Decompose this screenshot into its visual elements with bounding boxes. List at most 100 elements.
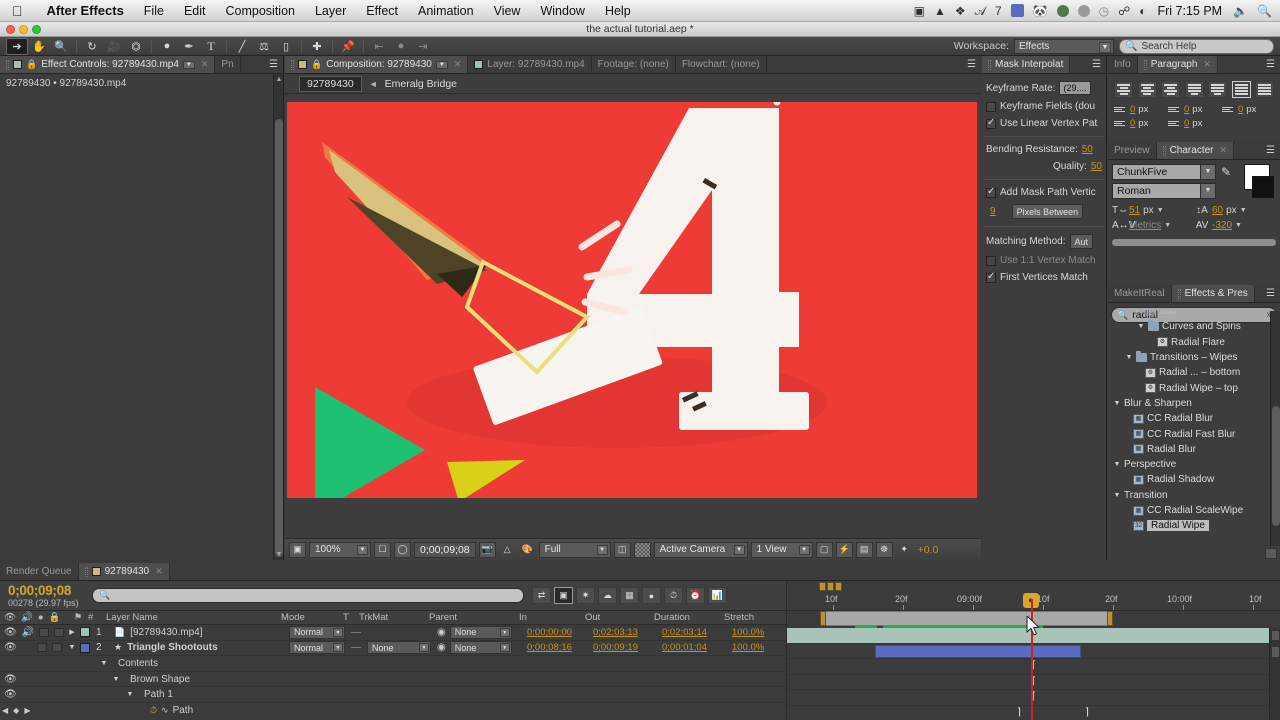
parent-select[interactable]: None ▼ [449, 625, 512, 639]
tab-footage[interactable]: Footage: (none) [591, 56, 676, 73]
menu-help[interactable]: Help [595, 0, 641, 22]
col-layer-name[interactable]: Layer Name [106, 612, 281, 623]
workspace-select[interactable]: Effects ▼ [1014, 38, 1114, 54]
bluetooth-icon[interactable]: ☍ [1118, 5, 1130, 17]
list-item[interactable]: ▦ Radial Blur [1108, 442, 1270, 457]
auto-keyframe-icon[interactable]: ⏱ [664, 587, 683, 604]
tab-composition[interactable]: 🔒 Composition: 92789430 ▼ ✕ [285, 56, 469, 73]
video-toggle-icon[interactable]: 👁 [4, 627, 17, 638]
close-icon[interactable]: ✕ [1203, 59, 1211, 70]
lock-toggle[interactable] [54, 627, 65, 637]
view-layout-select[interactable]: 1 View ▼ [750, 541, 813, 558]
first-vertices-row[interactable]: First Vertices Match [982, 269, 1106, 286]
disclosure-triangle-icon[interactable]: ▼ [68, 644, 76, 651]
close-icon[interactable]: ✕ [454, 59, 462, 70]
property-label[interactable]: Path [173, 705, 194, 716]
bending-resistance-value[interactable]: 50 [1082, 144, 1093, 155]
layer-name[interactable]: Triangle Shootouts [127, 642, 218, 653]
snapshot-icon[interactable]: 📷 [478, 541, 496, 558]
tab-effect-controls[interactable]: 🔒 Effect Controls: 92789430.mp4 ▼ ✕ [0, 56, 216, 73]
current-time-display[interactable]: 0;00;09;08 00278 (29.97 fps) [0, 583, 92, 608]
apple-logo-icon[interactable]:  [12, 4, 23, 18]
list-item-radial-wipe[interactable]: 32 Radial Wipe [1108, 518, 1270, 533]
layer-color-swatch[interactable] [80, 627, 90, 638]
pixels-value[interactable]: 9 [986, 206, 996, 217]
property-label[interactable]: Brown Shape [124, 672, 190, 687]
work-area-end-handle[interactable] [1107, 611, 1113, 626]
pen-tool-icon[interactable]: ✒ [178, 38, 200, 55]
list-item[interactable]: ▼ Curves and Spins [1108, 319, 1270, 334]
adobe-icon[interactable]: 𝒜 [975, 5, 986, 17]
t-toggle[interactable] [351, 647, 361, 649]
track-row[interactable] [787, 644, 1280, 660]
property-label[interactable]: Contents [112, 656, 158, 671]
clone-stamp-tool-icon[interactable]: ⚖ [253, 38, 275, 55]
col-trkmat[interactable]: TrkMat [359, 612, 429, 623]
duration[interactable]: 0;02;03;14 [662, 625, 732, 640]
time-machine-icon[interactable]: ◷ [1099, 5, 1109, 17]
effects-list-scrollbar[interactable] [1270, 311, 1280, 546]
chevron-down-icon[interactable]: ▼ [1235, 222, 1242, 229]
list-item[interactable]: ▼ Transition [1108, 488, 1270, 503]
disclosure-triangle-icon[interactable]: ▼ [100, 660, 108, 667]
work-area-bar[interactable] [787, 611, 1280, 630]
timeline-vertical-scrollbar[interactable] [1269, 628, 1280, 720]
tab-render-queue[interactable]: Render Queue [0, 563, 79, 580]
camera-view-select[interactable]: Active Camera ▼ [653, 541, 748, 558]
list-item[interactable]: ▼ Text [1108, 311, 1270, 319]
col-index[interactable]: # [88, 612, 106, 623]
add-mask-path-checkbox[interactable] [986, 186, 996, 198]
transparency-grid-icon[interactable] [633, 541, 651, 558]
list-item[interactable]: ▦ CC Radial Blur [1108, 411, 1270, 426]
track-row[interactable]: ⌉ ⌉ [787, 706, 1280, 720]
hand-tool-icon[interactable]: ✋ [28, 38, 50, 55]
justify-all-button[interactable] [1255, 81, 1274, 98]
resolution-select[interactable]: Full ▼ [538, 541, 611, 558]
stopwatch-icon[interactable]: ⏱ [150, 705, 157, 716]
in-point[interactable]: 0;00;00;00 [527, 625, 593, 640]
list-item[interactable]: ▦ CC Radial Fast Blur [1108, 426, 1270, 441]
lock-toggle[interactable] [51, 643, 62, 653]
breadcrumb-comp[interactable]: 92789430 [299, 75, 362, 92]
pixel-aspect-icon[interactable]: ▢ [815, 541, 833, 558]
audio-toggle-icon[interactable]: 🔊 [22, 627, 34, 638]
parent-pickwhip-icon[interactable]: ◉ [437, 627, 446, 638]
col-in[interactable]: In [519, 612, 585, 623]
out-point[interactable]: 0;02;03;13 [593, 625, 662, 640]
motion-blur-icon[interactable]: ✷ [576, 587, 595, 604]
magnification-select[interactable]: 100% ▼ [309, 541, 371, 558]
keyframe-fields-checkbox[interactable] [986, 101, 996, 112]
character-panel-scrollbar[interactable] [1112, 239, 1276, 246]
solo-toggle[interactable] [36, 643, 47, 653]
use-linear-vertex-checkbox[interactable] [986, 117, 996, 129]
lock-icon[interactable]: 🔒 [26, 59, 37, 70]
list-item[interactable]: ▦ CC Radial ScaleWipe [1108, 503, 1270, 518]
col-mode[interactable]: Mode [281, 612, 343, 623]
timeline-graph-icon[interactable]: 📊 [708, 587, 727, 604]
layer-bar[interactable] [875, 644, 1081, 658]
disclosure-triangle-icon[interactable]: ▼ [1133, 311, 1141, 315]
reset-exposure-icon[interactable]: ✦ [896, 542, 913, 558]
keyframe-fields-row[interactable]: Keyframe Fields (dou [982, 98, 1106, 115]
menu-after-effects[interactable]: After Effects [37, 0, 134, 22]
volume-icon[interactable]: 🔈 [1233, 5, 1248, 17]
shape-tool-icon[interactable]: ● [156, 38, 178, 55]
list-item[interactable]: ▼ Blur & Sharpen [1108, 396, 1270, 411]
menu-window[interactable]: Window [530, 0, 594, 22]
property-label[interactable]: Path 1 [138, 687, 173, 702]
comp-flowchart-icon[interactable]: ☸ [875, 541, 893, 558]
lock-icon[interactable]: 🔒 [311, 59, 322, 70]
font-family-select[interactable]: ChunkFive ▼ [1112, 164, 1216, 180]
font-style-select[interactable]: Roman ▼ [1112, 183, 1216, 199]
tab-timeline-comp[interactable]: 92789430 ✕ [78, 563, 170, 580]
tab-paragraph[interactable]: Paragraph ✕ [1137, 56, 1218, 73]
panel-menu-icon[interactable]: ☰ [1261, 142, 1280, 159]
app3-icon[interactable] [1077, 4, 1090, 17]
keyframe-icon[interactable]: ⌉ [1017, 707, 1024, 718]
tab-makeitreal[interactable]: MakeItReal [1108, 285, 1172, 302]
menu-composition[interactable]: Composition [216, 0, 305, 22]
tab-project[interactable]: Pn [215, 56, 241, 73]
layer-color-swatch[interactable] [80, 642, 90, 653]
col-t[interactable]: T [343, 612, 359, 623]
list-item[interactable]: ⚙ Radial Flare [1108, 335, 1270, 350]
